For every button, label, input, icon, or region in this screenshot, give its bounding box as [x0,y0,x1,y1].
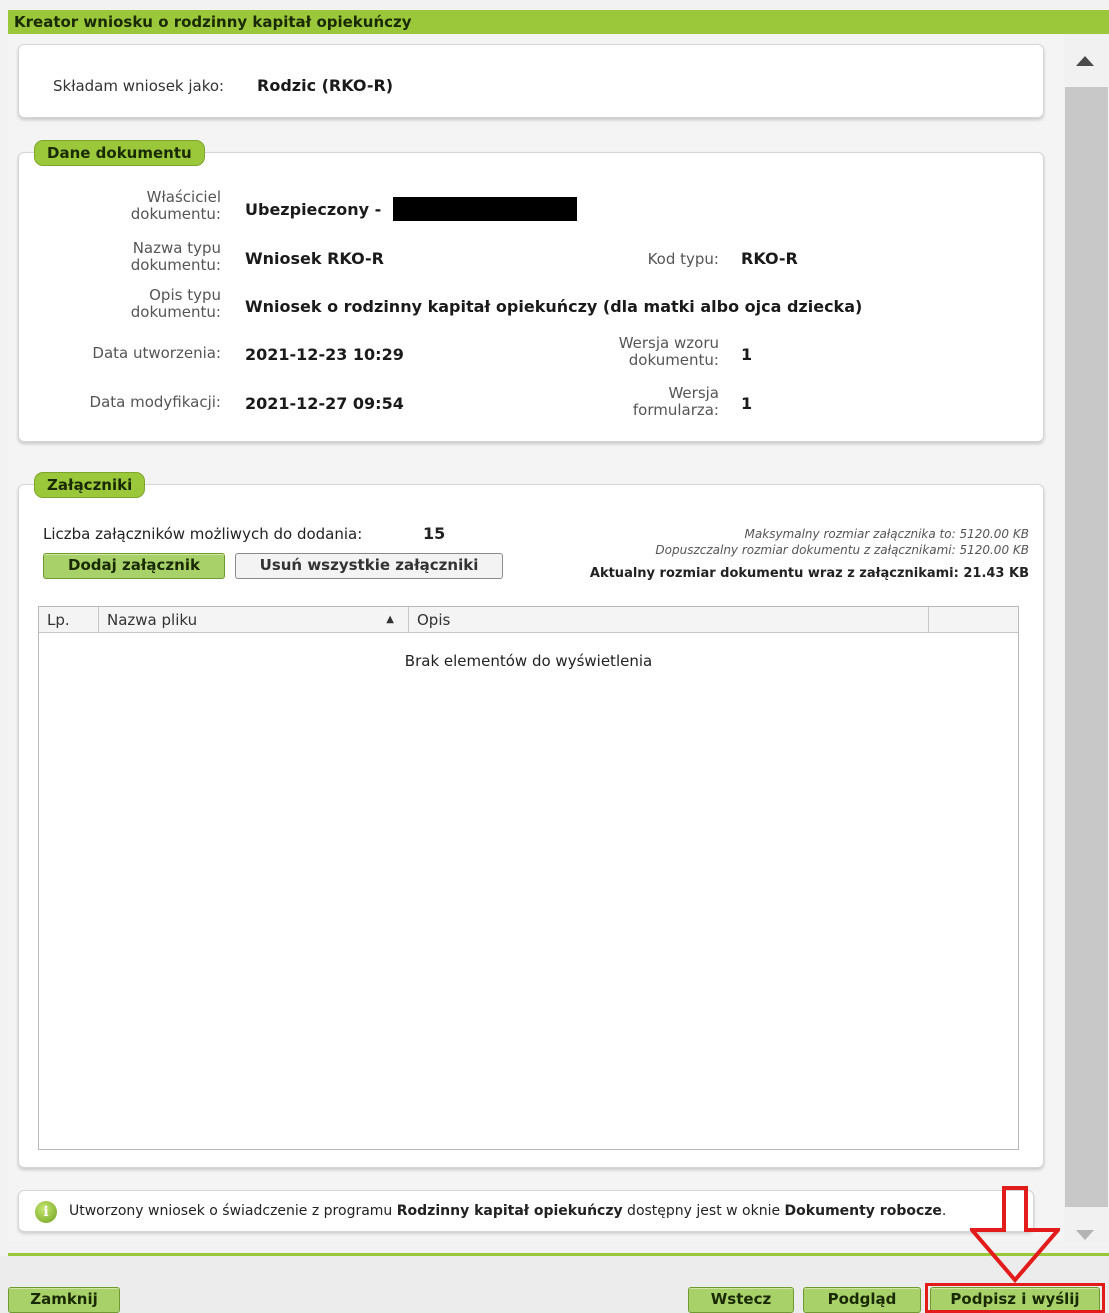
attachments-table: Lp. Nazwa pliku ▲ Opis Brak elementów do… [38,606,1019,1150]
back-button[interactable]: Wstecz [688,1287,794,1313]
allowed-document-size: Dopuszczalny rozmiar dokumentu z załączn… [655,543,1029,557]
owner-redacted-block [393,197,577,221]
info-message: i Utworzony wniosek o świadczenie z prog… [18,1190,1034,1232]
empty-table-message: Brak elementów do wyświetlenia [404,652,653,670]
owner-label: Właściciel dokumentu: [130,188,221,223]
attachments-count-value: 15 [423,524,446,543]
window-title: Kreator wniosku o rodzinny kapitał opiek… [8,10,1109,34]
add-attachment-button[interactable]: Dodaj załącznik [43,553,225,579]
sort-ascending-icon: ▲ [386,614,394,625]
document-data-legend: Dane dokumentu [34,140,205,166]
form-version-label: Wersja formularza: [632,384,719,419]
info-window-name: Dokumenty robocze [784,1203,942,1219]
attachments-legend: Załączniki [34,472,146,498]
type-name-label: Nazwa typu dokumentu: [130,239,221,274]
applicant-label: Składam wniosek jako: [53,77,225,95]
scroll-down-arrow-icon[interactable] [1076,1230,1094,1240]
attachments-table-header: Lp. Nazwa pliku ▲ Opis [39,607,1018,633]
owner-value: Ubezpieczony - [245,200,382,219]
max-attachment-size: Maksymalny rozmiar załącznika to: 5120.0… [744,527,1029,541]
form-version-value: 1 [741,394,753,413]
red-annotation-arrow-icon [970,1186,1060,1284]
main-content: Składam wniosek jako: Rodzic (RKO-R) Wła… [8,34,1064,1242]
info-text-part-5: . [941,1203,947,1219]
applicant-value: Rodzic (RKO-R) [257,76,394,95]
document-data-panel: Właściciel dokumentu: Ubezpieczony - Naz… [18,152,1044,442]
column-header-filler [929,607,1018,633]
column-header-lp[interactable]: Lp. [39,607,99,633]
type-desc-value: Wniosek o rodzinny kapitał opiekuńczy (d… [245,297,863,316]
info-icon: i [35,1201,57,1223]
preview-button[interactable]: Podgląd [803,1287,921,1313]
type-name-value: Wniosek RKO-R [245,249,384,268]
scroll-up-arrow-icon[interactable] [1076,56,1094,66]
applicant-panel: Składam wniosek jako: Rodzic (RKO-R) [18,44,1044,118]
template-version-value: 1 [741,345,753,364]
attachments-count-label: Liczba załączników możliwych do dodania: [43,525,363,543]
vertical-scrollbar[interactable] [1064,34,1109,1242]
modified-label: Data modyfikacji: [89,393,221,411]
scroll-thumb[interactable] [1065,87,1108,1207]
close-button[interactable]: Zamknij [8,1287,120,1313]
footer-bar: Zamknij Wstecz Podgląd Podpisz i wyślij [0,1256,1109,1313]
modified-value: 2021-12-27 09:54 [245,394,404,413]
current-document-size: Aktualny rozmiar dokumentu wraz z załącz… [589,566,1029,581]
info-message-text: Utworzony wniosek o świadczenie z progra… [69,1203,946,1219]
created-value: 2021-12-23 10:29 [245,345,404,364]
template-version-label: Wersja wzoru dokumentu: [618,334,719,369]
remove-all-attachments-button[interactable]: Usuń wszystkie załączniki [235,553,503,579]
type-code-value: RKO-R [741,249,798,268]
type-desc-label: Opis typu dokumentu: [130,286,221,321]
column-header-file-name[interactable]: Nazwa pliku ▲ [99,607,409,633]
info-program-name: Rodzinny kapitał opiekuńczy [396,1203,623,1219]
info-text-part-3: dostępny jest w oknie [622,1203,785,1219]
column-header-description[interactable]: Opis [409,607,929,633]
sign-and-send-highlight [925,1283,1105,1313]
info-text-part-1: Utworzony wniosek o świadczenie z progra… [69,1203,397,1219]
column-header-file-name-label: Nazwa pliku [107,611,198,629]
created-label: Data utworzenia: [92,344,221,362]
type-code-label: Kod typu: [647,250,719,268]
